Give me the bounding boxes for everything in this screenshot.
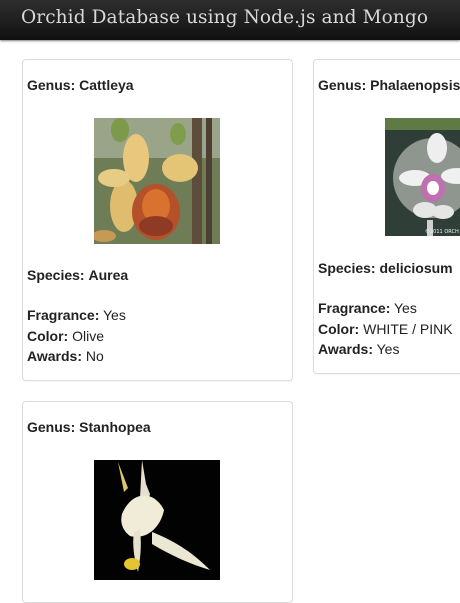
color-value: WHITE / PINK — [363, 321, 453, 337]
genus-line: Genus: Cattleya — [27, 77, 134, 93]
fragrance-value: Yes — [103, 307, 126, 323]
orchid-card: Genus: Cattleya Species: Aurea Fragrance… — [22, 59, 293, 381]
orchid-card: Genus: Phalaenopsis ©2011 ORCH Species: … — [313, 59, 460, 374]
awards-value: Yes — [376, 341, 400, 357]
genus-value: Phalaenopsis — [370, 77, 460, 93]
color-line: Color: Olive — [27, 328, 104, 344]
awards-value: No — [85, 348, 104, 364]
color-label: Color: — [27, 328, 69, 344]
fragrance-label: Fragrance: — [27, 307, 100, 323]
orchid-photo: ©2011 ORCH — [385, 118, 460, 236]
genus-value: Cattleya — [79, 77, 134, 93]
awards-line: Awards: No — [27, 348, 104, 364]
genus-label: Genus: — [27, 419, 76, 435]
species-line: Species: deliciosum — [318, 260, 453, 276]
species-value: Aurea — [88, 267, 129, 283]
species-label: Species: — [318, 260, 376, 276]
orchid-photo — [94, 460, 220, 580]
fragrance-value: Yes — [394, 300, 417, 316]
orchid-photo — [94, 118, 220, 244]
species-value: deliciosum — [379, 260, 453, 276]
page-title[interactable]: Orchid Database using Node.js and Mongo — [21, 7, 428, 28]
orchid-card: Genus: Stanhopea — [22, 401, 293, 603]
genus-value: Stanhopea — [79, 419, 151, 435]
color-label: Color: — [318, 321, 360, 337]
photo-credit: ©2011 ORCH — [425, 228, 459, 235]
genus-label: Genus: — [27, 77, 76, 93]
genus-line: Genus: Phalaenopsis — [318, 77, 460, 93]
navbar: Orchid Database using Node.js and Mongo — [0, 0, 460, 40]
species-label: Species: — [27, 267, 85, 283]
awards-line: Awards: Yes — [318, 341, 399, 357]
color-value: Olive — [72, 328, 105, 344]
awards-label: Awards: — [318, 341, 373, 357]
genus-line: Genus: Stanhopea — [27, 419, 151, 435]
color-line: Color: WHITE / PINK — [318, 321, 453, 337]
awards-label: Awards: — [27, 348, 82, 364]
fragrance-line: Fragrance: Yes — [27, 307, 126, 323]
fragrance-line: Fragrance: Yes — [318, 300, 417, 316]
fragrance-label: Fragrance: — [318, 300, 391, 316]
genus-label: Genus: — [318, 77, 367, 93]
species-line: Species: Aurea — [27, 267, 128, 283]
